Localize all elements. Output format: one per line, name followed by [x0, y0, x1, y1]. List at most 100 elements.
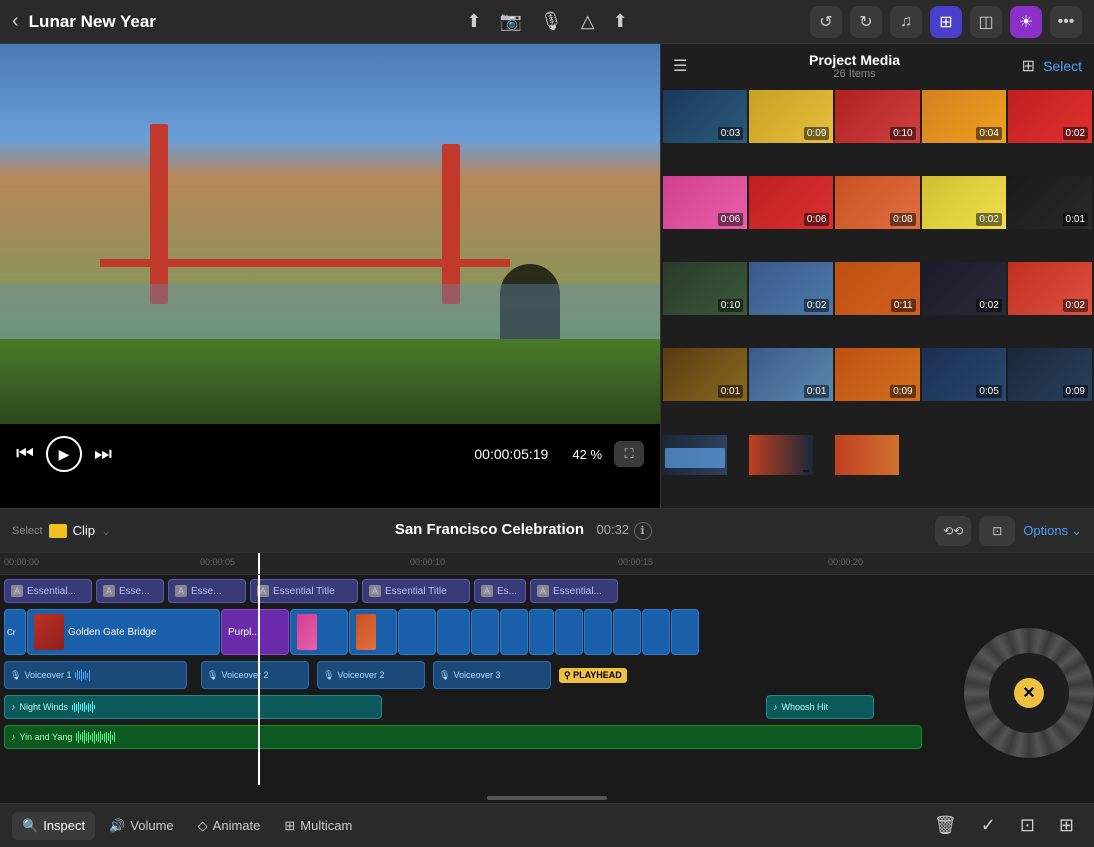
title-icon: A [175, 585, 187, 597]
media-thumb[interactable]: 0:04 [922, 90, 1006, 143]
media-thumb[interactable]: 0:09 [1008, 348, 1092, 401]
grass-area [0, 339, 660, 424]
media-thumb[interactable]: 0:10 [835, 90, 919, 143]
inspect-button[interactable]: 🔍 Inspect [12, 812, 95, 840]
title-clip[interactable]: A Es... [474, 579, 526, 603]
title-clip-label: Essential Title [385, 586, 447, 597]
media-thumb[interactable]: 0:02 [749, 262, 833, 315]
video-clip[interactable] [349, 609, 397, 655]
bg-audio-clip[interactable]: ♪ Whoosh Hit [766, 695, 874, 719]
title-clip[interactable]: A Esse... [96, 579, 164, 603]
thumb-duration: 0:05 [976, 385, 1001, 398]
video-clip[interactable] [642, 609, 670, 655]
media-thumb[interactable]: 0:02 [1008, 90, 1092, 143]
video-clip[interactable] [555, 609, 583, 655]
video-clip[interactable] [584, 609, 612, 655]
fullscreen-button[interactable]: ⛶ [614, 441, 644, 467]
dial-close-button[interactable]: ✕ [1014, 678, 1044, 708]
video-clip[interactable] [613, 609, 641, 655]
media-select-button[interactable]: Select [1043, 58, 1082, 74]
media-thumb[interactable]: 0:10 [663, 262, 747, 315]
export-icon[interactable]: ⬆ [466, 11, 481, 32]
mic-icon: 🎙 [323, 670, 334, 681]
photo-button[interactable]: ⊞ [930, 6, 962, 38]
media-thumb[interactable]: 0:09 [749, 90, 833, 143]
detach-button[interactable]: ⊞ [1051, 811, 1082, 840]
media-thumb[interactable]: 0:11 [835, 262, 919, 315]
media-thumb[interactable]: 0:05 [922, 348, 1006, 401]
media-thumb[interactable]: 0:08 [835, 176, 919, 229]
animate-button[interactable]: ◇ Animate [188, 812, 271, 840]
media-thumb[interactable]: 0:02 [922, 176, 1006, 229]
title-clip[interactable]: A Essential Title [362, 579, 470, 603]
split-audio-button[interactable]: ⟲⟲ [935, 516, 971, 546]
media-thumb[interactable] [663, 435, 727, 475]
video-clip[interactable] [529, 609, 554, 655]
clip-chevron-icon: ⌄ [101, 524, 111, 538]
media-thumb[interactable]: 0:01 [1008, 176, 1092, 229]
checkmark-button[interactable]: ✓ [973, 811, 1004, 840]
bg-audio-clip[interactable]: ♪ Night Winds [4, 695, 382, 719]
delete-button[interactable]: 🗑 [926, 811, 965, 840]
title-clip[interactable]: A Essential Title [250, 579, 358, 603]
color-button[interactable]: ☀ [1010, 6, 1042, 38]
video-clip[interactable]: Purpl... [221, 609, 289, 655]
volume-button[interactable]: 🔊 Volume [99, 812, 184, 840]
info-button[interactable]: ℹ [634, 522, 652, 540]
play-button[interactable]: ▶ [46, 436, 82, 472]
media-thumb[interactable]: 0:01 [749, 348, 833, 401]
grid-view-button[interactable]: ⊞ [1022, 56, 1035, 76]
title-clip[interactable]: A Essential... [4, 579, 92, 603]
title-clip[interactable]: A Esse... [168, 579, 246, 603]
video-clip[interactable] [471, 609, 499, 655]
media-thumb[interactable] [749, 435, 813, 475]
voiceover-clip[interactable]: 🎙 Voiceover 1 [4, 661, 187, 689]
mic-icon[interactable]: 🎙 [540, 11, 563, 32]
music-clip[interactable]: ♪ Yin and Yang [4, 725, 922, 749]
media-thumb[interactable]: 0:01 [663, 348, 747, 401]
clip-bar: Select Clip ⌄ San Francisco Celebration … [0, 509, 1094, 553]
options-button[interactable]: Options ⌄ [1023, 523, 1082, 539]
share-icon[interactable]: ⬆ [613, 11, 628, 32]
audio-button[interactable]: ♫ [890, 6, 922, 38]
dial-wheel[interactable]: ✕ [964, 628, 1094, 758]
thumb-duration: 0:02 [804, 299, 829, 312]
bg-clip-label: Whoosh Hit [782, 702, 829, 712]
video-clip-golden-gate[interactable]: Golden Gate Bridge [27, 609, 220, 655]
camera-icon[interactable]: 📷 [499, 11, 521, 32]
title-clip[interactable]: A Essential... [530, 579, 618, 603]
voiceover-clip[interactable]: 🎙 Voiceover 2 [201, 661, 309, 689]
video-clip[interactable] [290, 609, 348, 655]
pip-button[interactable]: ◫ [970, 6, 1002, 38]
media-thumb[interactable]: 0:09 [835, 348, 919, 401]
undo-button[interactable]: ↺ [810, 6, 842, 38]
video-clip[interactable] [437, 609, 470, 655]
media-thumb[interactable] [835, 435, 899, 475]
detach-audio-button[interactable]: ⊡ [979, 516, 1015, 546]
video-clip[interactable] [671, 609, 699, 655]
multicam-button[interactable]: ⊞ Multicam [274, 812, 362, 840]
media-thumb[interactable]: 0:06 [663, 176, 747, 229]
split-button[interactable]: ⊡ [1012, 811, 1043, 840]
top-bar: ‹ Lunar New Year ⬆ 📷 🎙 △ ⬆ ↺ ↻ ♫ ⊞ ◫ ☀ •… [0, 0, 1094, 44]
rewind-button[interactable]: ⏮ [16, 443, 34, 466]
video-clip[interactable] [398, 609, 436, 655]
media-thumb[interactable]: 0:02 [1008, 262, 1092, 315]
redo-button[interactable]: ↻ [850, 6, 882, 38]
media-thumb[interactable]: 0:03 [663, 90, 747, 143]
media-thumb[interactable]: 0:02 [922, 262, 1006, 315]
filter-button[interactable]: ☰ [673, 56, 687, 76]
dial-outer[interactable]: ✕ [964, 628, 1094, 758]
voiceover-icon[interactable]: △ [581, 11, 595, 32]
video-frame [0, 44, 660, 424]
title-clip-label: Essential... [27, 586, 76, 597]
video-clip[interactable] [500, 609, 528, 655]
media-thumb[interactable]: 0:06 [749, 176, 833, 229]
more-button[interactable]: ••• [1050, 6, 1082, 38]
video-clip[interactable]: Cr [4, 609, 26, 655]
forward-button[interactable]: ⏭ [94, 443, 112, 466]
back-button[interactable]: ‹ [12, 10, 19, 33]
timeline-tracks[interactable]: A Essential... A Esse... A Esse... A Ess… [0, 575, 1094, 785]
voiceover-clip[interactable]: 🎙 Voiceover 2 [317, 661, 425, 689]
voiceover-clip[interactable]: 🎙 Voiceover 3 [433, 661, 551, 689]
